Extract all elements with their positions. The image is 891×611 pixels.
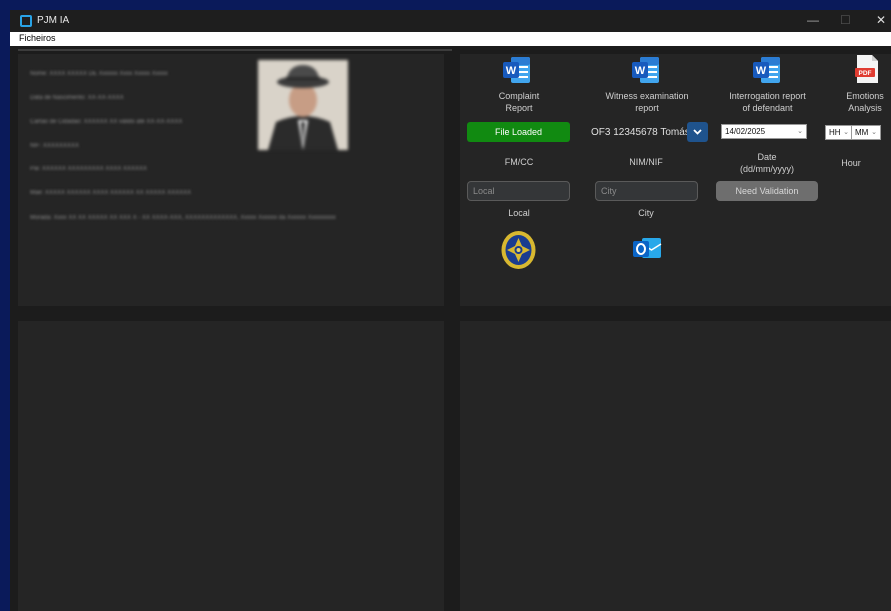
info-line: Mãe: XXXXX XXXXXX XXXX XXXXXX XX XXXXX X… (30, 190, 192, 196)
file-loaded-button[interactable]: File Loaded (467, 122, 570, 142)
local-input[interactable]: Local (467, 181, 570, 201)
police-badge-icon[interactable] (500, 229, 537, 271)
need-validation-button[interactable]: Need Validation (716, 181, 818, 201)
info-line: NIF: XXXXXXXXX (30, 143, 80, 149)
bottom-left-panel (18, 321, 444, 611)
hour-select[interactable]: HH ⌄ (825, 125, 853, 140)
word-icon[interactable]: W (752, 55, 782, 85)
maximize-icon[interactable]: ☐ (840, 13, 851, 27)
menu-ficheiros[interactable]: Ficheiros (19, 33, 56, 43)
info-line: Data de Nascimento: XX-XX-XXXX (30, 95, 124, 101)
title-bar: PJM IA — ☐ ✕ (10, 10, 891, 32)
bottom-right-panel (460, 321, 891, 611)
witness-report-label: Witness examination report (605, 91, 689, 113)
hour-label: Hour (841, 158, 861, 168)
pdf-icon[interactable]: PDF (852, 54, 882, 84)
info-line: Pai: XXXXXX XXXXXXXXX XXXX XXXXXX (30, 166, 148, 172)
complaint-report-label: Complaint Report (498, 91, 540, 113)
minimize-icon[interactable]: — (807, 13, 819, 27)
chevron-down-icon: ⌄ (843, 129, 849, 136)
date-label: Date (dd/mm/yyyy) (740, 152, 794, 174)
close-icon[interactable]: ✕ (876, 13, 886, 27)
info-line: Nome: XXXX XXXXX DE Xxxxxx Xxxx Xxxxx Xx… (30, 71, 168, 77)
person-info-panel: Nome: XXXX XXXXX DE Xxxxxx Xxxx Xxxxx Xx… (18, 54, 444, 306)
menu-bar: Ficheiros (10, 32, 891, 46)
chevron-down-icon (693, 129, 702, 135)
svg-text:W: W (635, 65, 646, 77)
app-logo-icon (20, 15, 32, 27)
chevron-down-icon: ⌄ (797, 128, 803, 135)
word-icon[interactable]: W (631, 55, 661, 85)
divider (18, 49, 452, 51)
emotions-analysis-label: Emotions Analysis (846, 91, 884, 113)
fmcc-label: FM/CC (504, 157, 534, 167)
svg-text:W: W (506, 65, 517, 77)
outlook-icon[interactable] (631, 232, 663, 264)
chevron-down-icon: ⌄ (871, 129, 877, 136)
minute-select[interactable]: MM ⌄ (851, 125, 881, 140)
svg-text:PDF: PDF (859, 70, 872, 77)
person-photo (258, 60, 348, 150)
svg-text:W: W (756, 65, 767, 77)
interrogation-report-label: Interrogation report of defendant (729, 91, 806, 113)
window-title: PJM IA (37, 15, 70, 26)
city-input[interactable]: City (595, 181, 698, 201)
local-label: Local (508, 208, 530, 218)
app-window: PJM IA — ☐ ✕ Ficheiros Nome: XXXX XXXXX … (10, 10, 891, 611)
word-icon[interactable]: W (502, 55, 532, 85)
info-line: Morada: Xxxx XX XX XXXXX XX XXX X - XX X… (30, 215, 336, 221)
city-label: City (638, 208, 654, 218)
nim-selected-value: OF3 12345678 Tomás (591, 127, 690, 138)
date-picker[interactable]: 14/02/2025 ⌄ (721, 124, 807, 139)
nimnif-label: NIM/NIF (629, 157, 663, 167)
info-line: Cartão de Cidadão: XXXXXX XX válido até … (30, 119, 183, 125)
nim-dropdown-button[interactable] (687, 122, 708, 142)
